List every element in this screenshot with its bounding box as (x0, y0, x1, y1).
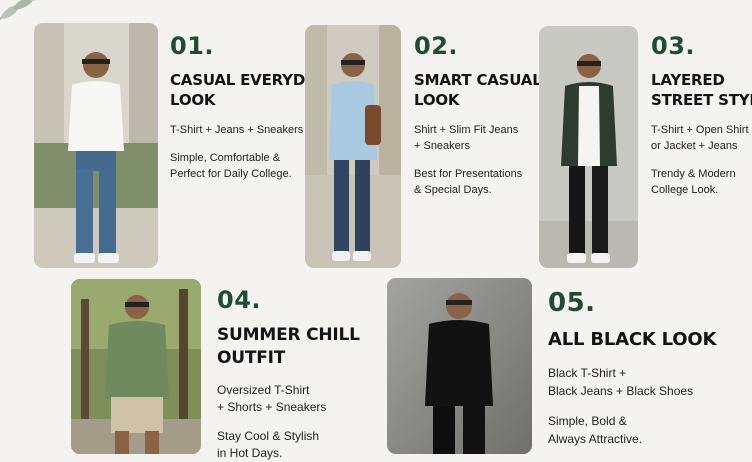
outfit-title-line: CASUAL EVERYDAY (170, 71, 326, 89)
outfit-photo-all-black (387, 278, 532, 454)
outfit-title: SMART CASUAL LOOK (414, 70, 542, 110)
outfit-combination-line: or Jacket + Jeans (651, 140, 738, 152)
outfit-title-line: LOOK (414, 91, 460, 109)
outfit-combination-line: T-Shirt + Jeans + Sneakers (170, 124, 304, 136)
outfit-photo-summer-chill (71, 279, 201, 454)
outfit-description-line: Stay Cool & Stylish (217, 429, 320, 443)
outfit-combination: Shirt + Slim Fit Jeans + Sneakers (414, 122, 539, 154)
outfit-title-line: STREET STYLE (651, 91, 752, 109)
outfit-description-line: & Special Days. (414, 184, 492, 196)
outfit-description: Simple, Comfortable & Perfect for Daily … (170, 150, 305, 182)
outfit-combination-line: T-Shirt + Open Shirt (651, 124, 749, 136)
outfit-title-line: SMART CASUAL (414, 71, 542, 89)
outfit-number: 01. (170, 32, 215, 60)
outfit-combination: T-Shirt + Open Shirt or Jacket + Jeans (651, 122, 751, 154)
outfit-combination-line: + Sneakers (414, 140, 470, 152)
outfit-title-line: LOOK (170, 91, 216, 109)
outfit-description-line: in Hot Days. (217, 446, 283, 460)
outfit-title: SUMMER CHILL OUTFIT (217, 324, 367, 370)
outfit-number: 04. (217, 286, 262, 314)
outfit-description: Simple, Bold & Always Attractive. (548, 412, 748, 448)
outfit-title: ALL BLACK LOOK (548, 328, 748, 352)
outfit-description-line: Perfect for Daily College. (170, 168, 292, 180)
outfit-description-line: Trendy & Modern (651, 168, 736, 180)
outfit-photo-layered-street (539, 26, 638, 268)
outfit-description-line: Simple, Comfortable & (170, 152, 281, 164)
outfit-description: Trendy & Modern College Look. (651, 166, 751, 198)
outfit-title-line: OUTFIT (217, 348, 286, 368)
outfit-combination-line: Black Jeans + Black Shoes (548, 384, 694, 398)
outfit-title-line: ALL BLACK LOOK (548, 329, 717, 350)
outfit-description: Best for Presentations & Special Days. (414, 166, 539, 198)
outfit-combination-line: Shirt + Slim Fit Jeans (414, 124, 519, 136)
outfit-photo-smart-casual (305, 25, 401, 268)
outfit-description: Stay Cool & Stylish in Hot Days. (217, 428, 367, 462)
outfit-title: LAYERED STREET STYLE (651, 70, 752, 110)
outfit-combination-line: + Shorts + Sneakers (217, 400, 327, 414)
outfit-combination-line: Oversized T-Shirt (217, 383, 310, 397)
outfit-combination: T-Shirt + Jeans + Sneakers (170, 122, 305, 138)
outfit-combination: Black T-Shirt + Black Jeans + Black Shoe… (548, 364, 748, 400)
outfit-title-line: LAYERED (651, 71, 725, 89)
outfit-photo-casual-everyday (34, 23, 158, 268)
outfit-number: 03. (651, 32, 696, 60)
outfit-description-line: Always Attractive. (548, 432, 643, 446)
outfit-title: CASUAL EVERYDAY LOOK (170, 70, 326, 110)
outfit-description-line: Best for Presentations (414, 168, 523, 180)
outfit-number: 05. (548, 288, 596, 318)
outfit-description-line: College Look. (651, 184, 719, 196)
outfit-title-line: SUMMER CHILL (217, 325, 360, 345)
outfit-description-line: Simple, Bold & (548, 414, 627, 428)
outfit-combination-line: Black T-Shirt + (548, 366, 627, 380)
outfit-number: 02. (414, 32, 459, 60)
outfit-combination: Oversized T-Shirt + Shorts + Sneakers (217, 382, 367, 416)
